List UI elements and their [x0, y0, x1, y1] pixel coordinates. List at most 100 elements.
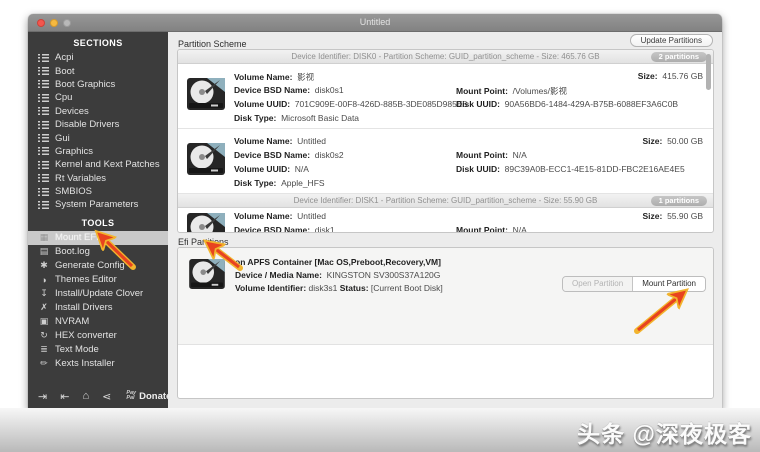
- app-window: Untitled SECTIONS Acpi Boot Boot Graphic…: [28, 14, 722, 410]
- list-icon: [38, 134, 49, 143]
- partition-scheme-label: Partition Scheme: [178, 39, 247, 49]
- disk-type-field: Disk Type: Microsoft Basic Data: [234, 113, 359, 123]
- sidebar-item-mount-efi[interactable]: ▦ Mount EFI: [28, 230, 168, 245]
- title-bar[interactable]: Untitled: [28, 14, 722, 32]
- field-value: Untitled: [297, 136, 326, 146]
- partition-row-disk1[interactable]: Volume Name: Untitled Size: 55.90 GB Dev…: [178, 208, 713, 233]
- donate-label: Donate: [139, 390, 172, 402]
- field-label: Mount Point:: [456, 86, 508, 96]
- mount-partition-button[interactable]: Mount Partition: [632, 277, 705, 291]
- list-icon: [38, 93, 49, 102]
- field-value: disk0s2: [314, 150, 344, 160]
- size-field: Size: 415.76 GB: [638, 71, 703, 81]
- sidebar-item-kernel-and-kext-patches[interactable]: Kernel and Kext Patches: [28, 158, 168, 171]
- tools-icon: ✗: [40, 302, 48, 313]
- sidebar-item-label: Kexts Installer: [55, 358, 115, 370]
- text-lines-icon: ≣: [40, 344, 48, 355]
- sidebar-item-install-update-clover[interactable]: ↧ Install/Update Clover: [28, 287, 168, 301]
- update-partitions-button[interactable]: Update Partitions: [629, 34, 713, 47]
- volume-uuid-field: Volume UUID: N/A: [234, 164, 309, 174]
- sidebar-item-label: System Parameters: [55, 199, 139, 211]
- sidebar-item-install-drivers[interactable]: ✗ Install Drivers: [28, 301, 168, 315]
- sidebar-item-devices[interactable]: Devices: [28, 105, 168, 118]
- device-header-disk0: Device Identifier: DISK0 - Partition Sch…: [178, 50, 713, 64]
- import-icon[interactable]: ⇥: [38, 390, 47, 403]
- disk-uuid-field: Disk UUID: 89C39A0B-ECC1-4E15-81DD-FBC2E…: [456, 164, 685, 174]
- field-value: 90A56BD6-1484-429A-B75B-6088EF3A6C0B: [504, 99, 679, 109]
- field-label: Volume UUID:: [234, 99, 291, 109]
- device-header-disk1: Device Identifier: DISK1 - Partition Sch…: [178, 194, 713, 208]
- field-label: Size:: [642, 136, 663, 146]
- open-partition-button[interactable]: Open Partition: [563, 277, 633, 291]
- download-icon: ↧: [40, 288, 48, 299]
- volume-name-field: Volume Name: Untitled: [234, 136, 326, 146]
- palette-icon: ◑: [41, 274, 47, 285]
- field-label: Mount Point:: [456, 150, 508, 160]
- partition-row-disk0s2[interactable]: Volume Name: Untitled Size: 50.00 GB Dev…: [178, 129, 713, 194]
- main-content: Update Partitions Partition Scheme Devic…: [168, 32, 722, 410]
- hard-drive-icon: [189, 259, 225, 289]
- sidebar: SECTIONS Acpi Boot Boot Graphics Cpu Dev…: [28, 32, 172, 410]
- field-value: 55.90 GB: [667, 211, 703, 221]
- sidebar-item-rt-variables[interactable]: Rt Variables: [28, 172, 168, 185]
- device-header-text: Device Identifier: DISK1 - Partition Sch…: [293, 196, 598, 205]
- sidebar-item-label: Themes Editor: [55, 274, 117, 286]
- sidebar-item-boot-log[interactable]: ▤ Boot.log: [28, 245, 168, 259]
- sidebar-item-label: Cpu: [55, 92, 73, 104]
- device-bsd-name-field: Device BSD Name: disk1: [234, 225, 335, 232]
- field-value: disk0s1: [314, 85, 344, 95]
- partition-row-disk0s1[interactable]: Volume Name: 影视 Size: 415.76 GB Device B…: [178, 64, 713, 129]
- sidebar-item-text-mode[interactable]: ≣ Text Mode: [28, 343, 168, 357]
- share-icon[interactable]: ⋖: [102, 390, 111, 403]
- efi-button-group: Open Partition Mount Partition: [562, 276, 706, 292]
- list-icon: [38, 160, 49, 169]
- field-label: Volume Name:: [234, 136, 293, 146]
- field-value: disk3s1: [308, 283, 338, 293]
- sidebar-item-system-parameters[interactable]: System Parameters: [28, 198, 168, 211]
- list-icon: [38, 53, 49, 62]
- efi-volume-identifier-field: Volume Identifier: disk3s1 Status: [Curr…: [235, 283, 443, 293]
- sidebar-item-cpu[interactable]: Cpu: [28, 91, 168, 104]
- paypal-donate-button[interactable]: Pay Pal Donate: [126, 390, 172, 402]
- field-label: Status:: [339, 283, 369, 293]
- sidebar-item-themes-editor[interactable]: ◑ Themes Editor: [28, 273, 168, 287]
- home-icon[interactable]: ⌂: [82, 390, 89, 402]
- partitions-count-badge: 1 partitions: [650, 196, 707, 206]
- efi-partitions-label: Efi Partitions: [178, 237, 229, 247]
- field-label: Disk UUID:: [456, 99, 500, 109]
- field-label: Mount Point:: [456, 225, 508, 233]
- field-value: 701C909E-00F8-426D-885B-3DE085D985E8: [294, 99, 468, 109]
- field-label: Device BSD Name:: [234, 85, 311, 95]
- efi-partition-row[interactable]: on APFS Container [Mac OS,Preboot,Recove…: [178, 248, 713, 345]
- mount-point-field: Mount Point: N/A: [456, 225, 527, 233]
- sidebar-item-disable-drivers[interactable]: Disable Drivers: [28, 118, 168, 131]
- sections-header: SECTIONS: [73, 38, 123, 48]
- list-icon: [38, 67, 49, 76]
- gear-icon: ✱: [40, 260, 48, 271]
- sidebar-item-boot-graphics[interactable]: Boot Graphics: [28, 78, 168, 91]
- sidebar-item-generate-config[interactable]: ✱ Generate Config: [28, 259, 168, 273]
- sidebar-item-nvram[interactable]: ▣ NVRAM: [28, 315, 168, 329]
- field-label: Disk Type:: [234, 113, 277, 123]
- chip-icon: ▣: [39, 316, 49, 327]
- sidebar-item-kexts-installer[interactable]: ✏ Kexts Installer: [28, 357, 168, 371]
- sidebar-item-graphics[interactable]: Graphics: [28, 145, 168, 158]
- sidebar-item-boot[interactable]: Boot: [28, 64, 168, 77]
- export-icon[interactable]: ⇤: [60, 390, 69, 403]
- log-document-icon: ▤: [39, 246, 49, 257]
- sidebar-item-gui[interactable]: Gui: [28, 131, 168, 144]
- list-icon: [38, 187, 49, 196]
- sidebar-item-hex-converter[interactable]: ↻ HEX converter: [28, 329, 168, 343]
- tools-header: TOOLS: [81, 217, 115, 228]
- paypal-icon: Pay Pal: [126, 390, 137, 401]
- sidebar-item-label: HEX converter: [55, 330, 117, 342]
- scrollbar-thumb[interactable]: [706, 54, 711, 90]
- efi-partitions-panel: on APFS Container [Mac OS,Preboot,Recove…: [177, 247, 714, 399]
- hard-drive-icon: [187, 78, 225, 110]
- list-icon: [38, 174, 49, 183]
- list-icon: [38, 147, 49, 156]
- list-icon: [38, 200, 49, 209]
- sidebar-item-smbios[interactable]: SMBIOS: [28, 185, 168, 198]
- sidebar-item-acpi[interactable]: Acpi: [28, 51, 168, 64]
- sidebar-item-label: Devices: [55, 105, 89, 117]
